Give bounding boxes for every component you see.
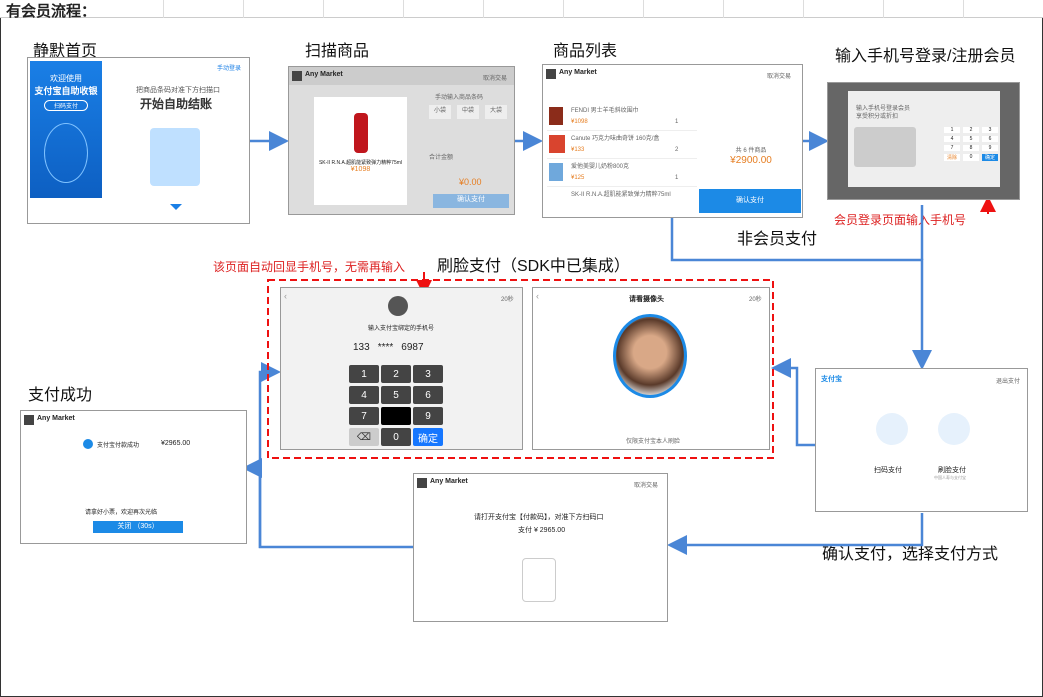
screenshot-success: Any Market 支付宝付款成功 ¥2965.00 请拿好小票，欢迎再次光临… — [20, 410, 247, 544]
list-store: Any Market — [559, 69, 597, 76]
camera-title: 请看摄像头 — [629, 296, 664, 303]
keypad-key[interactable]: 3 — [982, 127, 998, 133]
method-face-sub: 中国人寿与支付宝 — [934, 475, 966, 480]
keypad-key[interactable]: 9 — [982, 145, 998, 151]
face-camera-view — [613, 314, 687, 398]
list-total: ¥2900.00 — [730, 155, 772, 166]
scan-price: ¥1098 — [350, 166, 371, 173]
face-pay-icon — [938, 413, 970, 445]
keypad-key[interactable]: 3 — [413, 365, 443, 383]
scan-product: SK-II R.N.A.超肌能紧致弹力精粹75ml — [318, 160, 403, 166]
success-msg: 支付宝付款成功 — [97, 443, 140, 449]
keypad-key[interactable]: 2 — [963, 127, 979, 133]
camera-foot: 仅限支付宝本人刷脸 — [625, 439, 680, 445]
qr-line1: 请打开支付宝【付款码】，对准下方扫码口 — [474, 514, 604, 521]
keypad-key[interactable]: 4 — [944, 136, 960, 142]
face-outline-icon — [44, 123, 88, 183]
phone-display: 133 **** 6987 — [353, 342, 424, 353]
scan-pay-button[interactable]: 确认支付 — [433, 194, 509, 208]
screenshot-face-camera: ‹ 请看摄像头 20秒 仅限支付宝本人刷脸 — [532, 287, 770, 450]
keypad-key[interactable]: 0 — [963, 154, 979, 161]
scan-total: ¥0.00 — [459, 177, 482, 187]
keypad-key[interactable]: 6 — [982, 136, 998, 142]
phone-scan-icon — [522, 558, 556, 602]
login-sub: 享受积分或折扣 — [856, 114, 899, 120]
scan-bag-label: 手动输入商品条码 — [435, 95, 484, 101]
list-pay-button[interactable]: 确认支付 — [699, 189, 801, 213]
keypad-key[interactable]: 4 — [349, 386, 379, 404]
idle-prompt: 把商品条码对准下方扫描口 — [136, 87, 220, 94]
keypad-key[interactable]: 1 — [944, 127, 960, 133]
option-face[interactable]: 刷脸支付 — [938, 465, 966, 475]
keypad-key[interactable]: 清除 — [944, 154, 960, 161]
keypad-key[interactable]: 2 — [381, 365, 411, 383]
store-logo-icon — [292, 71, 302, 81]
keypad-key[interactable]: 5 — [381, 386, 411, 404]
scanner-icon — [150, 128, 200, 186]
phone-timer: 20秒 — [501, 297, 514, 303]
keypad-key[interactable]: 7 — [944, 145, 960, 151]
list-item: FENDI 男士羊毛斜纹围巾 ¥1098 1 — [547, 103, 697, 131]
keypad-key[interactable]: 1 — [349, 365, 379, 383]
idle-corner[interactable]: 手动登录 — [217, 63, 241, 72]
bag-medium[interactable]: 中袋 — [457, 105, 479, 119]
keypad-key[interactable]: 0 — [381, 428, 411, 446]
method-brand: 支付宝 — [821, 376, 842, 383]
list-item: 爱他美婴儿奶粉800克 ¥125 1 — [547, 159, 697, 187]
phone-title: 输入支付宝绑定的手机号 — [367, 326, 434, 332]
back-icon[interactable]: ‹ — [284, 291, 287, 301]
screenshot-login: 输入手机号登录会员 享受积分或折扣 123 456 789 清除 0 确定 — [827, 82, 1020, 200]
qr-cancel[interactable]: 取消交易 — [634, 480, 658, 489]
idle-brand: 支付宝自助收银 — [34, 86, 98, 96]
chevron-down-icon — [170, 204, 182, 210]
bag-small[interactable]: 小袋 — [429, 105, 451, 119]
screenshot-qr: Any Market 取消交易 请打开支付宝【付款码】，对准下方扫码口 支付 ¥… — [413, 473, 668, 622]
keypad-key[interactable]: 确定 — [982, 154, 998, 161]
store-logo-icon — [24, 415, 34, 425]
bag-large[interactable]: 大袋 — [485, 105, 507, 119]
check-icon — [83, 439, 93, 449]
keypad-key[interactable] — [381, 407, 411, 425]
list-item: SK-II R.N.A.超肌能紧致弹力精粹75ml — [571, 192, 671, 198]
qr-line2: 支付 ¥ 2965.00 — [518, 527, 566, 534]
camera-timer: 20秒 — [749, 297, 762, 303]
success-thanks: 请拿好小票，欢迎再次光临 — [85, 510, 158, 516]
scan-total-label: 合计金额 — [429, 155, 454, 161]
success-amount: ¥2965.00 — [161, 440, 191, 447]
member-card-icon — [854, 127, 916, 167]
backspace-icon[interactable]: ⌫ — [349, 428, 379, 446]
screenshot-method: 支付宝 退出支付 扫码支付 刷脸支付 中国人寿与支付宝 — [815, 368, 1028, 512]
screenshot-list: Any Market 取消交易 FENDI 男士羊毛斜纹围巾 ¥1098 1 Can… — [542, 64, 803, 218]
avatar — [388, 296, 408, 316]
confirm-key[interactable]: 确定 — [413, 428, 443, 446]
idle-welcome: 欢迎使用 — [50, 74, 82, 83]
keypad-key[interactable]: 6 — [413, 386, 443, 404]
keypad-key[interactable]: 7 — [349, 407, 379, 425]
product-image — [353, 113, 368, 153]
store-logo-icon — [417, 478, 427, 488]
scan-pay-icon — [876, 413, 908, 445]
method-exit[interactable]: 退出支付 — [996, 376, 1020, 385]
screenshot-scan: Any Market 取消交易 SK-II R.N.A.超肌能紧致弹力精粹75m… — [288, 66, 515, 215]
list-total-label: 共 6 件商品 — [735, 148, 767, 154]
screenshot-face-phone: ‹ 20秒 输入支付宝绑定的手机号 133 **** 6987 1 2 3 4 5 … — [280, 287, 523, 450]
scan-cancel[interactable]: 取消交易 — [483, 73, 507, 82]
success-store: Any Market — [37, 415, 75, 422]
store-logo-icon — [546, 69, 556, 79]
option-scan[interactable]: 扫码支付 — [874, 465, 902, 475]
keypad-key[interactable]: 8 — [963, 145, 979, 151]
qr-store: Any Market — [430, 478, 468, 485]
list-item: Canute 巧克力味曲奇饼 160克/盒 ¥133 2 — [547, 131, 697, 159]
keypad-key[interactable]: 5 — [963, 136, 979, 142]
scan-store: Any Market — [305, 71, 343, 78]
idle-start: 开始自助结账 — [140, 97, 213, 111]
idle-sub: 扫码支付 — [44, 100, 88, 111]
list-cancel[interactable]: 取消交易 — [767, 71, 791, 80]
keypad-key[interactable]: 9 — [413, 407, 443, 425]
back-icon[interactable]: ‹ — [536, 291, 539, 301]
success-close-button[interactable]: 关闭 （30s） — [93, 521, 183, 533]
screenshot-idle: 欢迎使用 支付宝自助收银 扫码支付 手动登录 把商品条码对准下方扫描口 开始自助… — [27, 57, 250, 224]
